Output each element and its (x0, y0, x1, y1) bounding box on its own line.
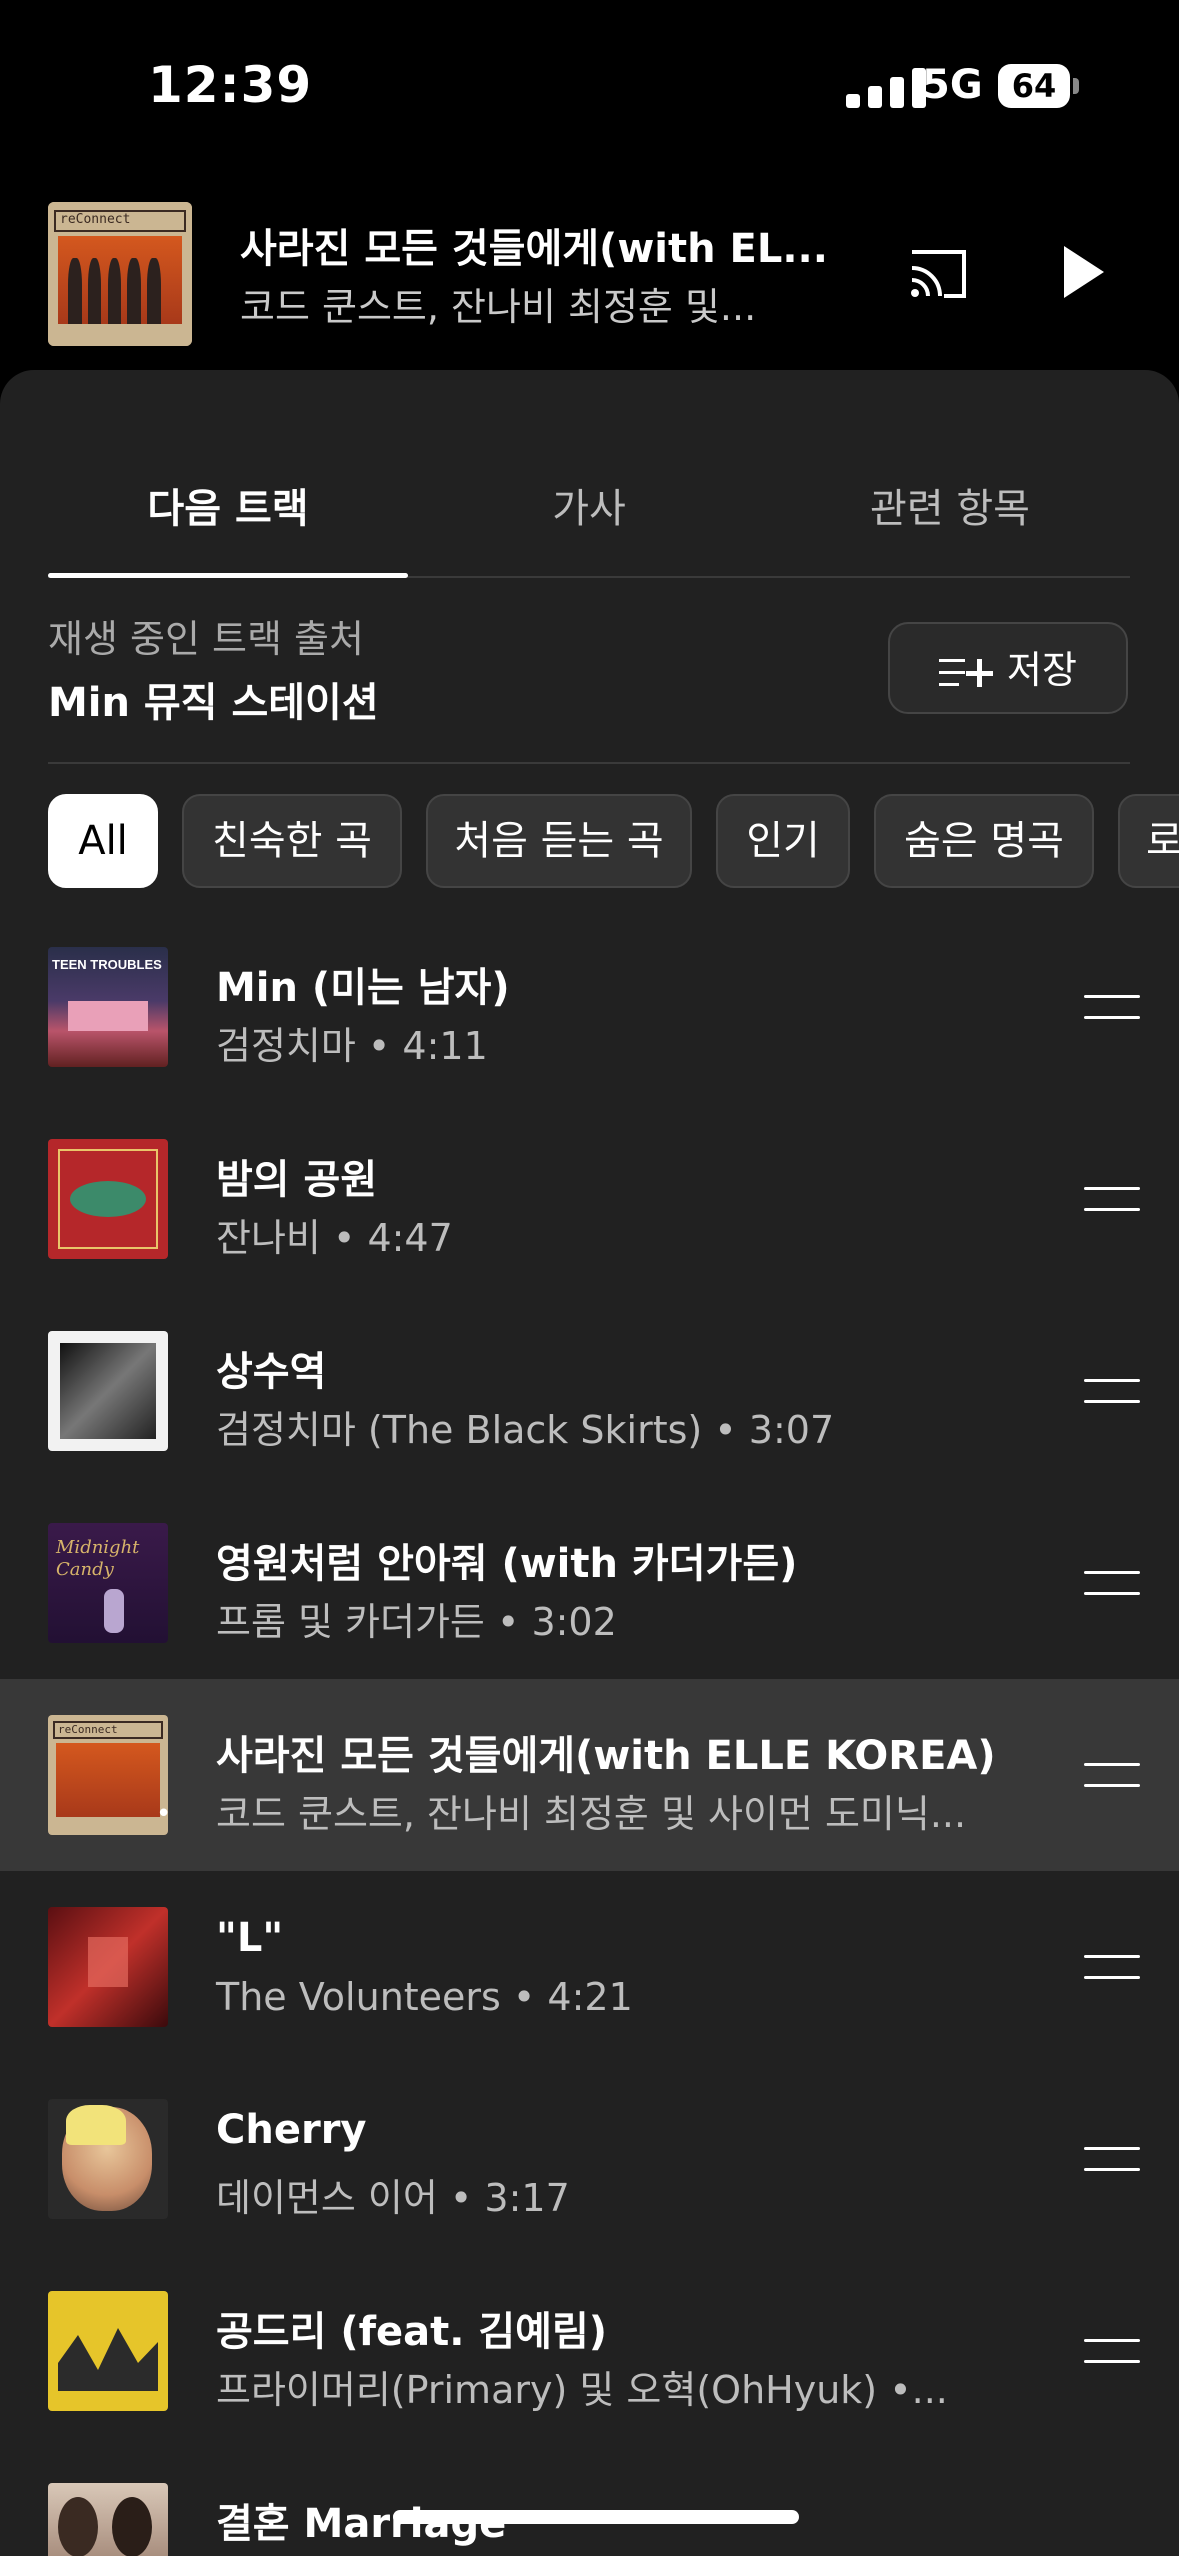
status-bar: 12:39 5G 64 (0, 0, 1179, 180)
mini-player-album-art: reConnect (48, 202, 192, 346)
drag-handle-icon[interactable] (1084, 1955, 1140, 1979)
battery-tip (1073, 78, 1079, 94)
mini-player-artist: 코드 쿤스트, 잔나비 최정훈 및... (240, 285, 757, 329)
chip-new[interactable]: 처음 듣는 곡 (426, 794, 692, 888)
queue-sheet: 다음 트랙 가사 관련 항목 재생 중인 트랙 출처 Min 뮤직 스테이션 저… (0, 370, 1179, 2556)
track-album-art (48, 1907, 168, 2027)
drag-handle-icon[interactable] (1084, 1571, 1140, 1595)
battery-icon: 64 (998, 64, 1070, 108)
chip-all[interactable]: All (48, 794, 158, 888)
track-album-art (48, 2291, 168, 2411)
home-indicator[interactable] (393, 2510, 799, 2524)
track-row[interactable]: 결혼 Marriage (0, 2447, 1179, 2556)
track-title: 공드리 (feat. 김예림) (216, 2309, 608, 2355)
track-title: Min (미는 남자) (216, 965, 510, 1011)
track-row[interactable]: "L" The Volunteers • 4:21 (0, 1871, 1179, 2063)
track-album-art (48, 1139, 168, 1259)
track-subtitle: 검정치마 (The Black Skirts) • 3:07 (216, 1408, 835, 1452)
track-title: 상수역 (216, 1349, 327, 1395)
chip-more[interactable]: 로 (1118, 794, 1179, 888)
drag-handle-icon[interactable] (1084, 1379, 1140, 1403)
drag-handle-icon[interactable] (1084, 2147, 1140, 2171)
track-subtitle: The Volunteers • 4:21 (216, 1975, 633, 2019)
now-playing-icon: ••• (156, 1799, 168, 1829)
network-label: 5G (922, 62, 983, 108)
track-subtitle: 검정치마 • 4:11 (216, 1024, 488, 1068)
status-time: 12:39 (148, 56, 313, 114)
tab-indicator (48, 573, 408, 578)
tab-up-next[interactable]: 다음 트랙 (48, 476, 408, 534)
tab-bar: 다음 트랙 가사 관련 항목 (48, 370, 1130, 578)
save-button[interactable]: 저장 (888, 622, 1128, 714)
filter-chips: All 친숙한 곡 처음 듣는 곡 인기 숨은 명곡 로 (48, 794, 1179, 890)
drag-handle-icon[interactable] (1084, 1187, 1140, 1211)
mini-player-title: 사라진 모든 것들에게(with EL... (240, 226, 828, 272)
track-album-art: Midnight Candy (48, 1523, 168, 1643)
track-row[interactable]: 밤의 공원 잔나비 • 4:47 (0, 1103, 1179, 1295)
track-album-art (48, 2099, 168, 2219)
track-row[interactable]: 상수역 검정치마 (The Black Skirts) • 3:07 (0, 1295, 1179, 1487)
album-art-label: reConnect (54, 210, 186, 232)
chip-hidden-gems[interactable]: 숨은 명곡 (874, 794, 1094, 888)
track-subtitle: 잔나비 • 4:47 (216, 1216, 453, 1260)
divider (48, 762, 1130, 764)
save-button-label: 저장 (1007, 648, 1077, 692)
album-art-label: reConnect (53, 1721, 163, 1739)
track-title: 밤의 공원 (216, 1157, 378, 1203)
mini-player[interactable]: reConnect 사라진 모든 것들에게(with EL... 코드 쿤스트,… (0, 180, 1179, 370)
play-icon[interactable] (1064, 246, 1104, 298)
signal-icon (846, 66, 932, 108)
playlist-add-icon (939, 658, 994, 687)
track-title: 영원처럼 안아줘 (with 카더가든) (216, 1541, 798, 1587)
track-album-art (48, 2483, 168, 2556)
track-row[interactable]: TEEN TROUBLES Min (미는 남자) 검정치마 • 4:11 (0, 911, 1179, 1103)
drag-handle-icon[interactable] (1084, 1763, 1140, 1787)
source-name: Min 뮤직 스테이션 (48, 680, 379, 726)
track-album-art: reConnect ••• (48, 1715, 168, 1835)
cast-icon[interactable] (906, 246, 970, 302)
track-subtitle: 코드 쿤스트, 잔나비 최정훈 및 사이먼 도미닉... (216, 1792, 967, 1836)
drag-handle-icon[interactable] (1084, 2339, 1140, 2363)
album-art-label: Midnight Candy (56, 1537, 140, 1580)
track-subtitle: 프라이머리(Primary) 및 오혁(OhHyuk) •... (216, 2368, 948, 2412)
track-subtitle: 데이먼스 이어 • 3:17 (216, 2176, 570, 2220)
track-title: Cherry (216, 2107, 367, 2153)
chip-popular[interactable]: 인기 (716, 794, 850, 888)
source-label: 재생 중인 트랙 출처 (48, 617, 364, 661)
chip-familiar[interactable]: 친숙한 곡 (182, 794, 402, 888)
track-title: "L" (216, 1915, 284, 1961)
track-row-now-playing[interactable]: reConnect ••• 사라진 모든 것들에게(with ELLE KORE… (0, 1679, 1179, 1871)
tab-lyrics[interactable]: 가사 (409, 476, 769, 534)
track-album-art: TEEN TROUBLES (48, 947, 168, 1067)
track-title: 사라진 모든 것들에게(with ELLE KOREA) (216, 1733, 996, 1779)
tab-related[interactable]: 관련 항목 (770, 476, 1130, 534)
album-art-label: TEEN TROUBLES (52, 957, 162, 972)
track-subtitle: 프롬 및 카더가든 • 3:02 (216, 1600, 617, 1644)
track-album-art (48, 1331, 168, 1451)
track-row[interactable]: Cherry 데이먼스 이어 • 3:17 (0, 2063, 1179, 2255)
drag-handle-icon[interactable] (1084, 995, 1140, 1019)
track-row[interactable]: 공드리 (feat. 김예림) 프라이머리(Primary) 및 오혁(OhHy… (0, 2255, 1179, 2447)
track-row[interactable]: Midnight Candy 영원처럼 안아줘 (with 카더가든) 프롬 및… (0, 1487, 1179, 1679)
